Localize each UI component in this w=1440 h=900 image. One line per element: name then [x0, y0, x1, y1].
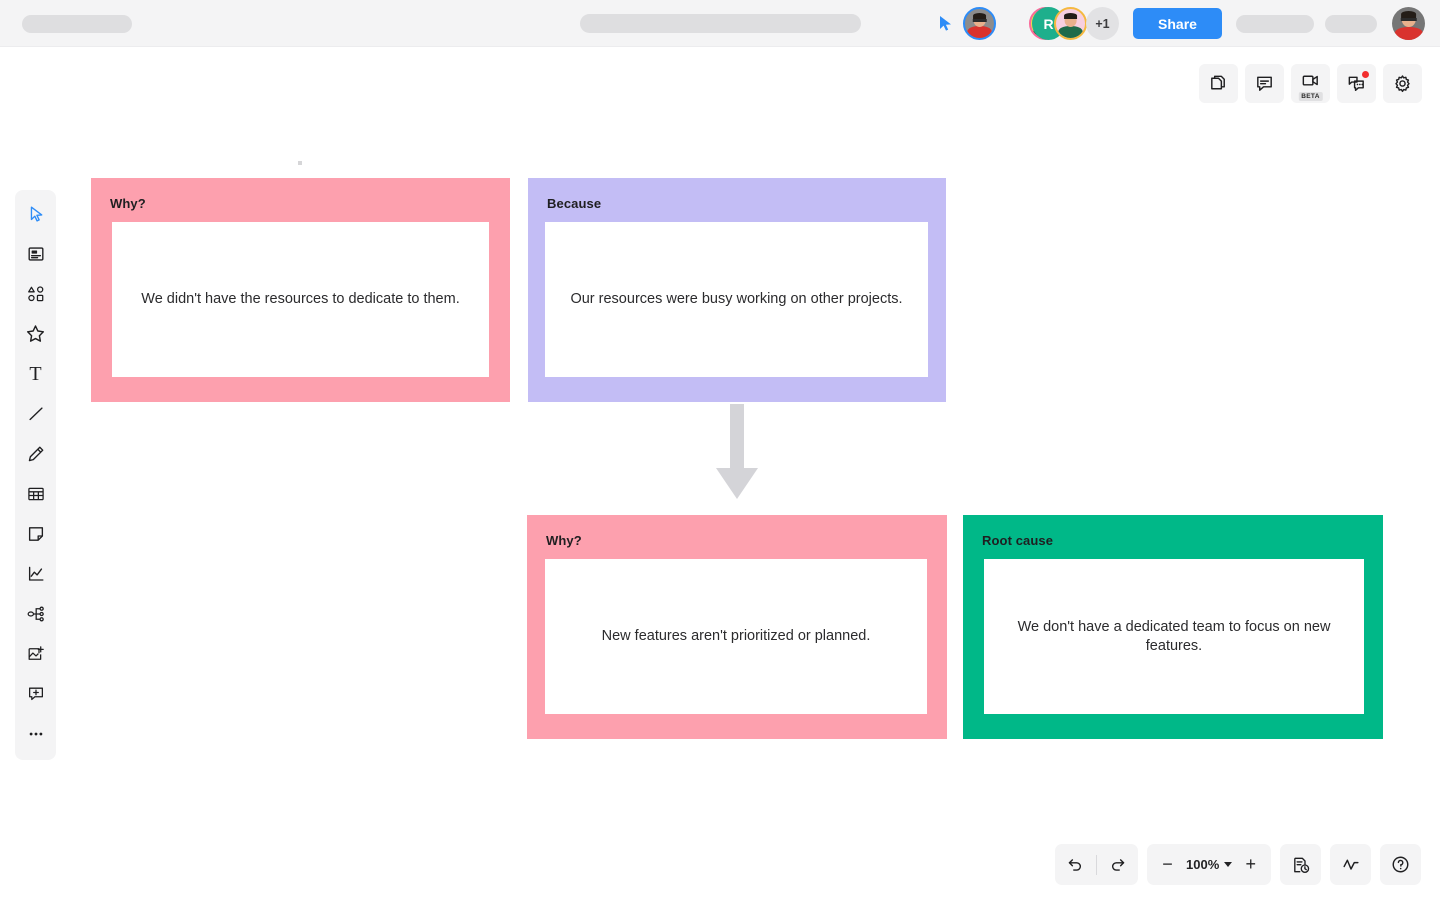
- canvas-dot-marker: [298, 161, 302, 165]
- help-icon[interactable]: [1380, 844, 1421, 885]
- video-camera-icon[interactable]: BETA: [1291, 64, 1330, 103]
- pen-tool[interactable]: [19, 437, 53, 470]
- card-body-text[interactable]: We didn't have the resources to dedicate…: [112, 222, 489, 377]
- card-label: Why?: [546, 533, 582, 548]
- card-why-2[interactable]: Why? New features aren't prioritized or …: [527, 515, 947, 739]
- add-comment-tool[interactable]: [19, 677, 53, 710]
- card-label: Root cause: [982, 533, 1054, 548]
- chat-icon[interactable]: [1337, 64, 1376, 103]
- pages-icon[interactable]: [1199, 64, 1238, 103]
- history-group: [1280, 844, 1322, 885]
- template-tool[interactable]: [19, 237, 53, 270]
- card-label: Why?: [110, 196, 146, 211]
- toolbar-action-placeholder-1[interactable]: [1236, 15, 1314, 33]
- avatar[interactable]: [963, 7, 996, 40]
- redo-icon[interactable]: [1097, 844, 1138, 885]
- comment-icon[interactable]: [1245, 64, 1284, 103]
- board-title-placeholder[interactable]: [580, 14, 861, 33]
- zoom-group: − 100% +: [1147, 844, 1272, 885]
- line-tool[interactable]: [19, 397, 53, 430]
- shapes-tool[interactable]: [19, 277, 53, 310]
- card-why-1[interactable]: Why? We didn't have the resources to ded…: [91, 178, 510, 402]
- undo-redo-group: [1055, 844, 1138, 885]
- mindmap-tool[interactable]: [19, 597, 53, 630]
- toolbar-action-placeholder-2[interactable]: [1325, 15, 1377, 33]
- select-cursor-tool[interactable]: [19, 197, 53, 230]
- gear-icon[interactable]: [1383, 64, 1422, 103]
- down-arrow-connector[interactable]: [711, 404, 763, 501]
- sticky-note-tool[interactable]: [19, 517, 53, 550]
- zoom-level-selector[interactable]: 100%: [1183, 857, 1235, 872]
- activity-group: [1330, 844, 1372, 885]
- current-user-avatar[interactable]: [1392, 7, 1425, 40]
- share-button[interactable]: Share: [1133, 8, 1222, 39]
- card-body-text[interactable]: We don't have a dedicated team to focus …: [984, 559, 1364, 714]
- chart-tool[interactable]: [19, 557, 53, 590]
- zoom-level-value: 100%: [1186, 857, 1220, 872]
- zoom-in-button[interactable]: +: [1235, 844, 1266, 885]
- activity-pulse-icon[interactable]: [1330, 844, 1371, 885]
- more-tools[interactable]: [19, 717, 53, 750]
- beta-badge: BETA: [1298, 92, 1323, 101]
- notification-badge: [1362, 71, 1369, 78]
- avatar-overflow-count[interactable]: +1: [1086, 7, 1119, 40]
- top-right-toolbar: BETA: [1199, 64, 1422, 103]
- card-root-cause[interactable]: Root cause We don't have a dedicated tea…: [963, 515, 1383, 739]
- avatar[interactable]: [1054, 7, 1087, 40]
- card-body-text[interactable]: New features aren't prioritized or plann…: [545, 559, 927, 714]
- version-history-icon[interactable]: [1280, 844, 1321, 885]
- card-body-text[interactable]: Our resources were busy working on other…: [545, 222, 928, 377]
- logo-placeholder[interactable]: [22, 15, 132, 33]
- pointer-cursor-icon: [938, 15, 954, 32]
- left-toolbar: T: [15, 190, 56, 760]
- card-label: Because: [547, 196, 602, 211]
- text-tool[interactable]: T: [19, 357, 53, 390]
- image-upload-tool[interactable]: [19, 637, 53, 670]
- star-tool[interactable]: [19, 317, 53, 350]
- undo-icon[interactable]: [1055, 844, 1096, 885]
- table-tool[interactable]: [19, 477, 53, 510]
- help-group: [1380, 844, 1422, 885]
- zoom-out-button[interactable]: −: [1152, 844, 1183, 885]
- bottom-toolbar: − 100% +: [1055, 844, 1422, 885]
- card-because[interactable]: Because Our resources were busy working …: [528, 178, 946, 402]
- top-bar: R +1 Share: [0, 0, 1440, 47]
- chevron-down-icon: [1224, 862, 1233, 867]
